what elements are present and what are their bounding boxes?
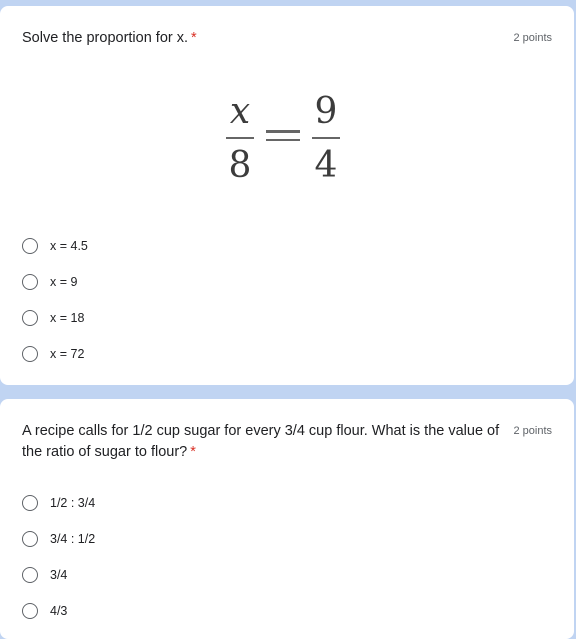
left-denominator: 8 xyxy=(228,145,252,186)
radio-button[interactable] xyxy=(22,495,38,511)
radio-button[interactable] xyxy=(22,567,38,583)
answer-options: 1/2 : 3/4 3/4 : 1/2 3/4 4/3 xyxy=(22,485,95,629)
right-denominator: 4 xyxy=(314,145,338,186)
radio-button[interactable] xyxy=(22,603,38,619)
equals-sign xyxy=(266,130,300,147)
proportion-equation-image: x 8 9 4 xyxy=(224,92,348,202)
answer-option[interactable]: x = 9 xyxy=(22,264,88,300)
question-header: A recipe calls for 1/2 cup sugar for eve… xyxy=(22,421,552,463)
option-label: 3/4 : 1/2 xyxy=(50,532,96,546)
radio-button[interactable] xyxy=(22,531,38,547)
right-fraction: 9 4 xyxy=(310,92,342,186)
option-label: 3/4 xyxy=(50,568,68,582)
radio-button[interactable] xyxy=(22,238,38,254)
left-numerator: x xyxy=(229,91,251,132)
option-label: x = 4.5 xyxy=(50,239,88,253)
left-fraction: x 8 xyxy=(224,92,256,186)
question-title: A recipe calls for 1/2 cup sugar for eve… xyxy=(22,421,503,463)
radio-button[interactable] xyxy=(22,274,38,290)
radio-button[interactable] xyxy=(22,310,38,326)
answer-option[interactable]: 3/4 : 1/2 xyxy=(22,521,95,557)
answer-option[interactable]: x = 72 xyxy=(22,336,88,372)
points-label: 2 points xyxy=(513,32,552,44)
radio-button[interactable] xyxy=(22,346,38,362)
question-text: A recipe calls for 1/2 cup sugar for eve… xyxy=(22,423,500,460)
question-card-2: A recipe calls for 1/2 cup sugar for eve… xyxy=(0,399,574,639)
question-card-1: Solve the proportion for x. * 2 points x … xyxy=(0,6,574,385)
answer-option[interactable]: 4/3 xyxy=(22,593,95,629)
question-text: Solve the proportion for x. xyxy=(22,30,189,46)
answer-options: x = 4.5 x = 9 x = 18 x = 72 xyxy=(22,228,88,372)
option-label: 4/3 xyxy=(50,604,68,618)
answer-option[interactable]: x = 4.5 xyxy=(22,228,88,264)
fraction-bar xyxy=(312,137,340,139)
question-title: Solve the proportion for x. * xyxy=(22,28,197,49)
option-label: 1/2 : 3/4 xyxy=(50,496,96,510)
required-asterisk: * xyxy=(191,30,197,46)
option-label: x = 18 xyxy=(50,311,85,325)
answer-option[interactable]: 1/2 : 3/4 xyxy=(22,485,95,521)
question-header: Solve the proportion for x. * 2 points xyxy=(22,28,552,49)
right-numerator: 9 xyxy=(314,91,338,132)
option-label: x = 72 xyxy=(50,347,85,361)
answer-option[interactable]: x = 18 xyxy=(22,300,88,336)
fraction-bar xyxy=(226,137,254,139)
answer-option[interactable]: 3/4 xyxy=(22,557,95,593)
option-label: x = 9 xyxy=(50,275,78,289)
points-label: 2 points xyxy=(513,425,552,437)
required-asterisk: * xyxy=(190,444,196,460)
